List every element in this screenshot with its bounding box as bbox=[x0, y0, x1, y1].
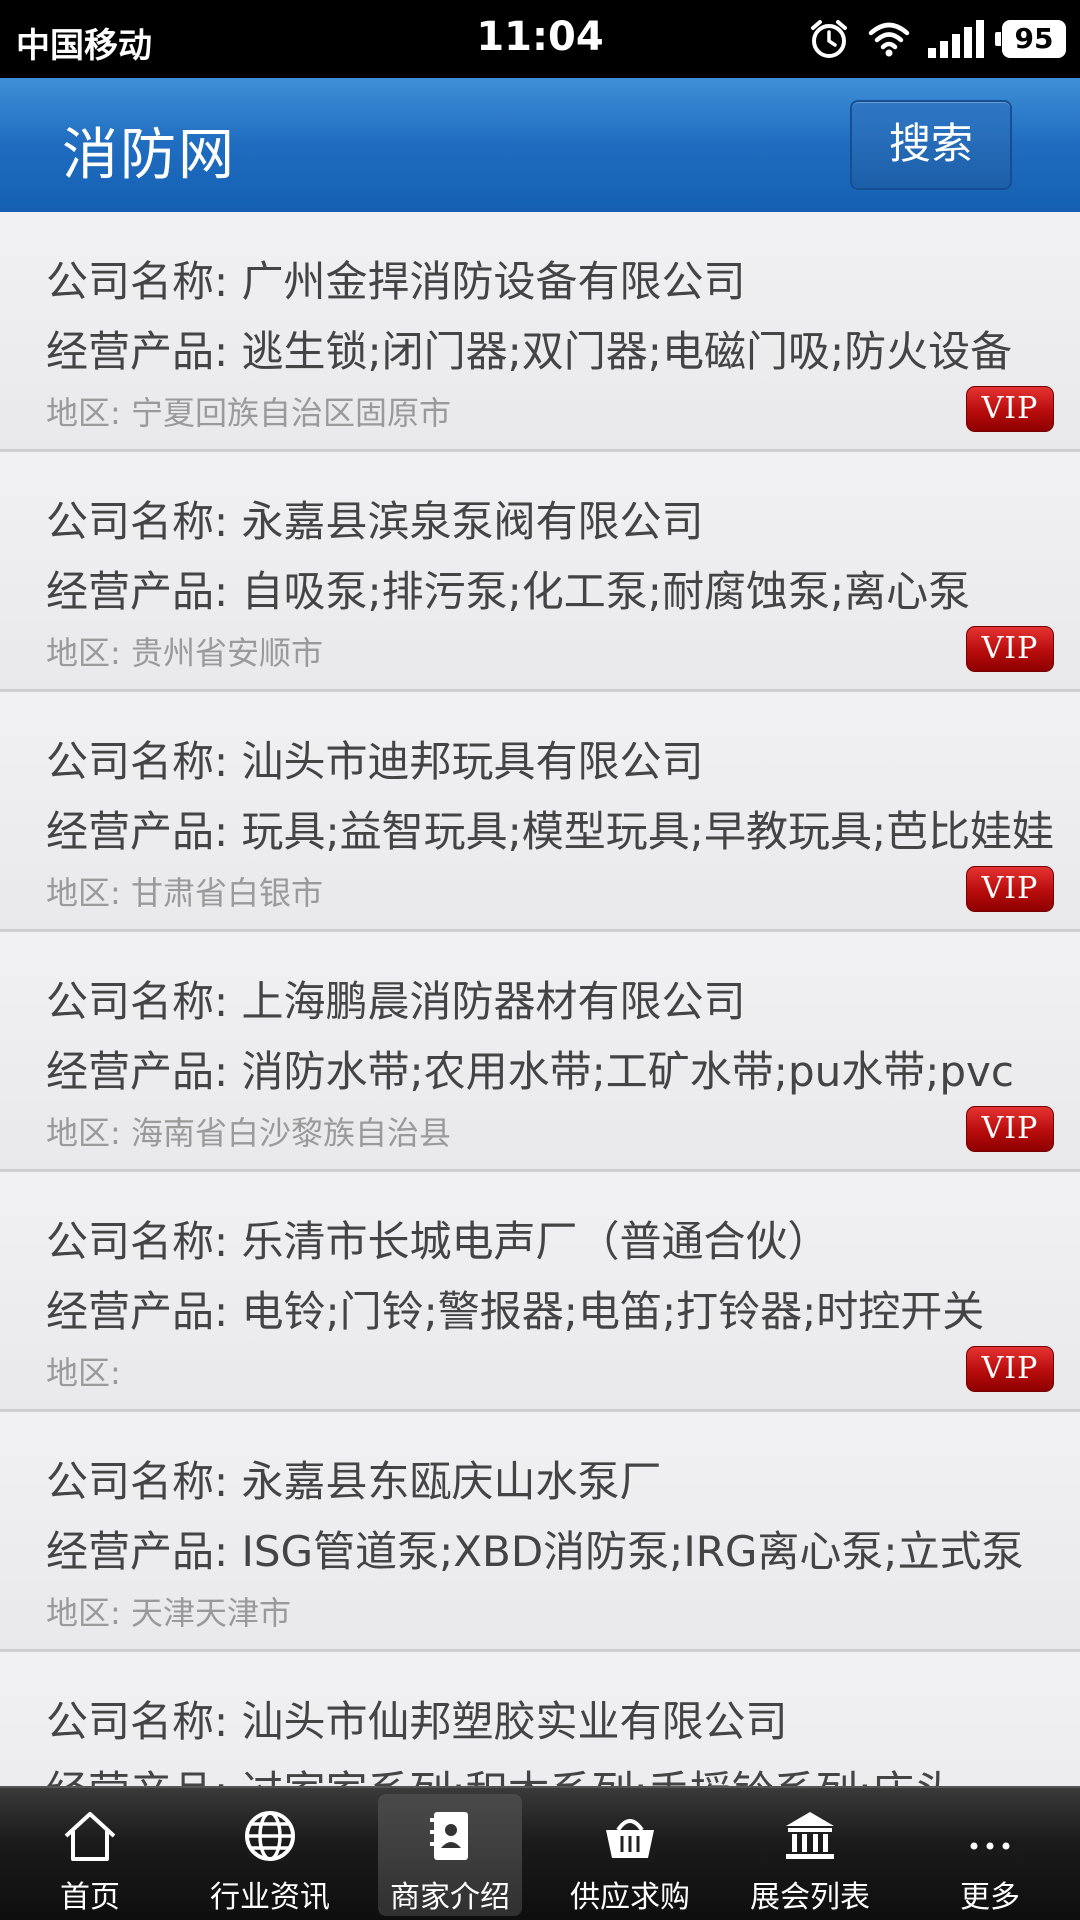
company-area: 地区: 宁夏回族自治区固原市 bbox=[46, 394, 451, 432]
company-name: 公司名称: 永嘉县滨泉泵阀有限公司 bbox=[46, 497, 704, 546]
company-name: 公司名称: 永嘉县东瓯庆山水泵厂 bbox=[46, 1457, 662, 1506]
page-title: 消防网 bbox=[62, 123, 236, 188]
list-item[interactable]: 公司名称: 永嘉县滨泉泵阀有限公司 经营产品: 自吸泵;排污泵;化工泵;耐腐蚀泵… bbox=[0, 452, 1080, 692]
company-products: 经营产品: 玩具;益智玩具;模型玩具;早教玩具;芭比娃娃 bbox=[46, 807, 1055, 856]
vip-badge: VIP bbox=[966, 386, 1054, 432]
exhibition-hall-icon bbox=[786, 1812, 834, 1859]
company-products: 经营产品: 消防水带;农用水带;工矿水带;pu水带;pvc bbox=[46, 1047, 1014, 1096]
alarm-icon bbox=[808, 18, 850, 60]
vip-badge: VIP bbox=[966, 626, 1054, 672]
company-area: 地区: 贵州省安顺市 bbox=[46, 634, 323, 672]
company-products: 经营产品: 逃生锁;闭门器;双门器;电磁门吸;防火设备 bbox=[46, 327, 1013, 376]
carrier-name: 中国移动 bbox=[16, 26, 152, 66]
company-name: 公司名称: 上海鹏晨消防器材有限公司 bbox=[46, 977, 746, 1026]
tab-home[interactable]: 首页 bbox=[0, 1788, 180, 1920]
company-area: 地区: 海南省白沙黎族自治县 bbox=[46, 1114, 451, 1152]
globe-icon bbox=[245, 1811, 295, 1861]
vip-badge: VIP bbox=[966, 1346, 1054, 1392]
list-item[interactable]: 公司名称: 汕头市仙邦塑胶实业有限公司 经营产品: 过家家系列;积木系列;手摇铃… bbox=[0, 1652, 1080, 1786]
tab-label: 商家介绍 bbox=[390, 1880, 510, 1915]
merchant-list[interactable]: 公司名称: 广州金捍消防设备有限公司 经营产品: 逃生锁;闭门器;双门器;电磁门… bbox=[0, 212, 1080, 1786]
list-item[interactable]: 公司名称: 广州金捍消防设备有限公司 经营产品: 逃生锁;闭门器;双门器;电磁门… bbox=[0, 212, 1080, 452]
vip-badge: VIP bbox=[966, 1106, 1054, 1152]
tab-industry-news[interactable]: 行业资讯 bbox=[180, 1788, 360, 1920]
search-button[interactable]: 搜索 bbox=[850, 100, 1012, 190]
company-area: 地区: 天津天津市 bbox=[46, 1594, 291, 1632]
status-bar: 中国移动 11:04 95 bbox=[0, 0, 1080, 78]
company-name: 公司名称: 广州金捍消防设备有限公司 bbox=[46, 257, 746, 306]
list-item[interactable]: 公司名称: 乐清市长城电声厂（普通合伙） 经营产品: 电铃;门铃;警报器;电笛;… bbox=[0, 1172, 1080, 1412]
battery-icon: 95 bbox=[995, 20, 1066, 58]
tab-label: 行业资讯 bbox=[210, 1880, 330, 1915]
company-products: 经营产品: 自吸泵;排污泵;化工泵;耐腐蚀泵;离心泵 bbox=[46, 567, 971, 616]
company-products: 经营产品: 过家家系列;积木系列;手摇铃系列;床头 bbox=[46, 1758, 1071, 1786]
signal-icon bbox=[928, 20, 984, 58]
company-name: 公司名称: 汕头市仙邦塑胶实业有限公司 bbox=[46, 1697, 788, 1746]
vip-badge: VIP bbox=[966, 866, 1054, 912]
basket-icon bbox=[606, 1819, 654, 1858]
list-item[interactable]: 公司名称: 上海鹏晨消防器材有限公司 经营产品: 消防水带;农用水带;工矿水带;… bbox=[0, 932, 1080, 1172]
contacts-book-icon bbox=[430, 1812, 468, 1860]
company-products: 经营产品: ISG管道泵;XBD消防泵;IRG离心泵;立式泵 bbox=[46, 1527, 1024, 1576]
tab-label: 展会列表 bbox=[750, 1880, 870, 1915]
tab-merchant-intro[interactable]: 商家介绍 bbox=[378, 1794, 522, 1916]
tab-label: 首页 bbox=[60, 1880, 120, 1915]
wifi-icon bbox=[868, 21, 910, 57]
app-header: 消防网 搜索 bbox=[0, 78, 1080, 212]
company-name: 公司名称: 乐清市长城电声厂（普通合伙） bbox=[46, 1217, 830, 1266]
status-icons: 95 bbox=[808, 16, 1066, 62]
home-icon bbox=[64, 1812, 116, 1861]
list-item[interactable]: 公司名称: 永嘉县东瓯庆山水泵厂 经营产品: ISG管道泵;XBD消防泵;IRG… bbox=[0, 1412, 1080, 1652]
list-item[interactable]: 公司名称: 汕头市迪邦玩具有限公司 经营产品: 玩具;益智玩具;模型玩具;早教玩… bbox=[0, 692, 1080, 932]
company-name: 公司名称: 汕头市迪邦玩具有限公司 bbox=[46, 737, 704, 786]
bottom-tab-bar: 首页 行业资讯 商家介绍 供应求购 展会列表 更多 bbox=[0, 1786, 1080, 1920]
company-products: 经营产品: 电铃;门铃;警报器;电笛;打铃器;时控开关 bbox=[46, 1287, 985, 1336]
tab-label: 供应求购 bbox=[570, 1880, 690, 1915]
company-area: 地区: bbox=[46, 1354, 121, 1392]
company-area: 地区: 甘肃省白银市 bbox=[46, 874, 323, 912]
tab-exhibition-list[interactable]: 展会列表 bbox=[720, 1788, 900, 1920]
tab-supply-demand[interactable]: 供应求购 bbox=[540, 1788, 720, 1920]
tab-more[interactable]: 更多 bbox=[900, 1788, 1080, 1920]
more-icon bbox=[970, 1842, 1010, 1850]
tab-label: 更多 bbox=[960, 1880, 1020, 1915]
